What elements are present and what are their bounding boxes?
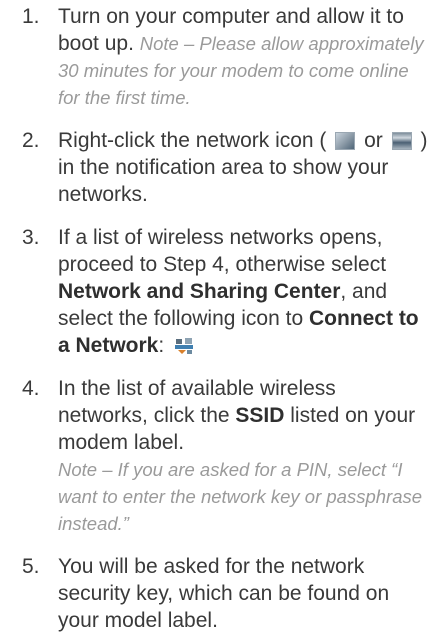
step-body: Turn on your computer and allow it to bo… <box>58 3 428 111</box>
step-colon: : <box>158 334 165 357</box>
step-text-intro: If a list of wireless networks opens, pr… <box>58 226 387 276</box>
step-text-before-icons: Right-click the network icon ( <box>58 129 327 152</box>
step-number: 2. <box>22 129 40 152</box>
step-3: 3. If a list of wireless networks opens,… <box>0 224 434 359</box>
step-or-text: or <box>364 129 389 152</box>
connect-to-network-icon <box>173 336 195 356</box>
step-number: 3. <box>22 226 40 249</box>
instruction-steps: 1. Turn on your computer and allow it to… <box>0 0 434 634</box>
step-number: 1. <box>22 5 40 28</box>
step-body: You will be asked for the network securi… <box>58 553 428 634</box>
step-body: Right-click the network icon ( or ) in t… <box>58 127 428 208</box>
step-number: 5. <box>22 555 40 578</box>
step-5: 5. You will be asked for the network sec… <box>0 553 434 634</box>
wired-network-icon <box>335 132 356 150</box>
wireless-network-icon <box>391 132 412 150</box>
step-2: 2. Right-click the network icon ( or ) i… <box>0 127 434 208</box>
step-body: In the list of available wireless networ… <box>58 375 428 537</box>
step-note: Note – If you are asked for a PIN, selec… <box>58 459 423 534</box>
step-number: 4. <box>22 377 40 400</box>
step-text: You will be asked for the network securi… <box>58 555 390 632</box>
step-body: If a list of wireless networks opens, pr… <box>58 224 428 359</box>
network-and-sharing-center-label: Network and Sharing Center <box>58 280 341 303</box>
step-4: 4. In the list of available wireless net… <box>0 375 434 537</box>
step-1: 1. Turn on your computer and allow it to… <box>0 3 434 111</box>
ssid-label: SSID <box>235 404 285 427</box>
